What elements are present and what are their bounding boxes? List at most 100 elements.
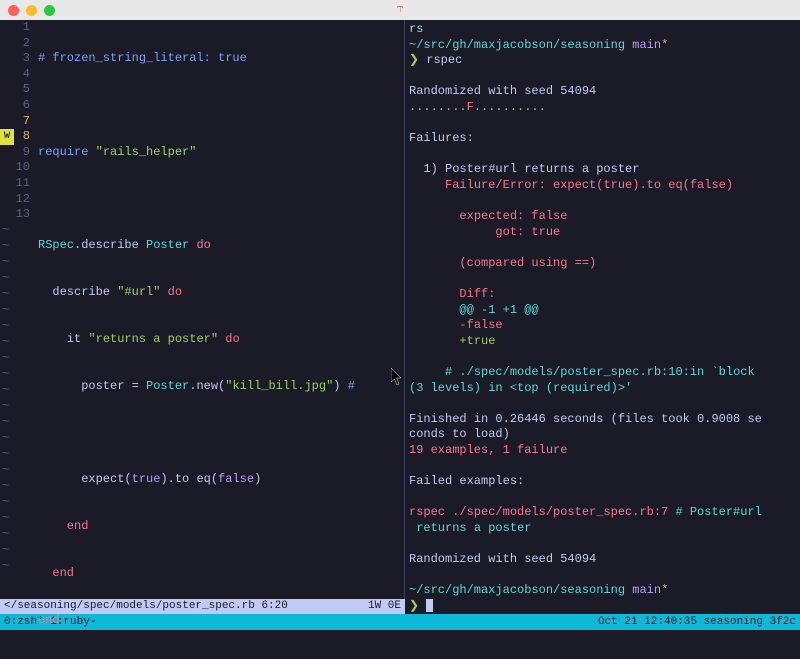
- code-token: poster: [38, 379, 132, 393]
- terminal-line: [409, 194, 796, 210]
- terminal-line: Failure/Error: expect(true).to eq(false): [409, 178, 796, 194]
- close-icon[interactable]: [8, 5, 19, 16]
- terminal-line: [409, 240, 796, 256]
- terminal-line: Failed examples:: [409, 474, 796, 490]
- tilde-icon: ~: [2, 351, 9, 367]
- terminal-line: rspec ./spec/models/poster_spec.rb:7 # P…: [409, 505, 796, 521]
- terminal-line: returns a poster: [409, 521, 796, 537]
- tilde-icon: ~: [2, 383, 9, 399]
- code-token: expect(: [38, 472, 132, 486]
- code-token: end: [38, 613, 60, 627]
- terminal-line: [409, 116, 796, 132]
- terminal-line: ........F..........: [409, 100, 796, 116]
- line-number: 2: [0, 36, 30, 52]
- code-token: do: [160, 285, 182, 299]
- line-number: 11: [0, 176, 30, 192]
- code-token: #: [348, 379, 355, 393]
- tilde-icon: ~: [2, 399, 9, 415]
- tilde-icon: ~: [2, 479, 9, 495]
- tilde-icon: ~: [2, 463, 9, 479]
- terminal-line: 1) Poster#url returns a poster: [409, 162, 796, 178]
- code-area[interactable]: # frozen_string_literal: true require "r…: [38, 20, 404, 659]
- terminal-line: Diff:: [409, 287, 796, 303]
- tilde-icon: ~: [2, 543, 9, 559]
- terminal-line: (compared using ==): [409, 256, 796, 272]
- terminal-line: [409, 396, 796, 412]
- line-number: 7: [0, 114, 30, 130]
- terminal-line: @@ -1 +1 @@: [409, 303, 796, 319]
- tilde-icon: ~: [2, 287, 9, 303]
- traffic-lights: [8, 5, 55, 16]
- statusbar-filename: </seasoning/spec/models/poster_spec.rb 6…: [4, 599, 288, 613]
- code-token: "kill_bill.jpg": [225, 379, 333, 393]
- code-token: do: [189, 238, 211, 252]
- tilde-icon: ~: [2, 527, 9, 543]
- line-number: 5: [0, 82, 30, 98]
- tilde-icon: ~: [2, 431, 9, 447]
- terminal-line: expected: false: [409, 209, 796, 225]
- terminal-statusbar: [405, 631, 800, 646]
- tilde-icon: ~: [2, 335, 9, 351]
- tilde-icon: ~: [2, 367, 9, 383]
- terminal-line: [409, 349, 796, 365]
- tmux-right-status: Oct 21 12:40:35 seasoning 3f2c: [598, 615, 796, 629]
- code-token: =: [132, 379, 146, 393]
- terminal-line: [409, 69, 796, 85]
- zoom-icon[interactable]: [44, 5, 55, 16]
- terminal-line: Randomized with seed 54094: [409, 84, 796, 100]
- minimize-icon[interactable]: [26, 5, 37, 16]
- code-token: Poster: [146, 379, 189, 393]
- terminal-prompt-active[interactable]: ❯: [409, 599, 796, 615]
- code-token: ): [333, 379, 347, 393]
- main-split: W 1 2 3 4 5 6 7 8 9 10 11 12 13 # frozen…: [0, 20, 800, 614]
- tilde-icon: ~: [2, 271, 9, 287]
- terminal-line: Finished in 0.26446 seconds (files took …: [409, 412, 796, 428]
- line-number: 12: [0, 192, 30, 208]
- line-number: 3: [0, 51, 30, 67]
- terminal-line: [409, 568, 796, 584]
- terminal-line: +true: [409, 334, 796, 350]
- terminal-pane[interactable]: rs ~/src/gh/maxjacobson/seasoning main* …: [405, 20, 800, 614]
- line-number: 8: [0, 129, 30, 145]
- editor-pane[interactable]: W 1 2 3 4 5 6 7 8 9 10 11 12 13 # frozen…: [0, 20, 405, 614]
- line-number-gutter: 1 2 3 4 5 6 7 8 9 10 11 12 13: [0, 20, 36, 223]
- titlebar: ⥾: [0, 0, 800, 20]
- terminal-prompt-line: ~/src/gh/maxjacobson/seasoning main*: [409, 583, 796, 599]
- titlebar-icon: ⥾: [397, 2, 404, 18]
- tilde-icon: ~: [2, 239, 9, 255]
- terminal-line: [409, 490, 796, 506]
- editor-statusbar: </seasoning/spec/models/poster_spec.rb 6…: [0, 599, 405, 614]
- terminal-command: ❯ rspec: [409, 53, 796, 69]
- cursor-icon: [426, 599, 433, 612]
- code-token: require: [38, 145, 88, 159]
- terminal-line: (3 levels) in <top (required)>': [409, 381, 796, 397]
- code-token: .describe: [74, 238, 146, 252]
- code-token: "rails_helper": [88, 145, 196, 159]
- terminal-line: got: true: [409, 225, 796, 241]
- line-number: 6: [0, 98, 30, 114]
- line-number: 9: [0, 145, 30, 161]
- code-token: describe: [38, 285, 117, 299]
- terminal-line: -false: [409, 318, 796, 334]
- tilde-icon: ~: [2, 415, 9, 431]
- line-number: 4: [0, 67, 30, 83]
- code-token: ): [254, 472, 261, 486]
- code-token: "#url": [117, 285, 160, 299]
- tilde-icon: ~: [2, 511, 9, 527]
- code-token: .new(: [189, 379, 225, 393]
- tilde-icon: ~: [2, 303, 9, 319]
- statusbar-diagnostics: 1W 0E: [368, 599, 401, 613]
- terminal-line: conds to load): [409, 427, 796, 443]
- terminal-prompt-line: ~/src/gh/maxjacobson/seasoning main*: [409, 38, 796, 54]
- code-token: it: [38, 332, 88, 346]
- terminal-line: [409, 147, 796, 163]
- tilde-icon: ~: [2, 447, 9, 463]
- terminal-line: [409, 459, 796, 475]
- code-token: end: [38, 519, 88, 533]
- code-token: do: [218, 332, 240, 346]
- terminal-line: Randomized with seed 54094: [409, 552, 796, 568]
- tilde-icon: ~: [2, 495, 9, 511]
- code-token: end: [38, 566, 74, 580]
- code-token: "returns a poster": [88, 332, 218, 346]
- terminal-line: [409, 537, 796, 553]
